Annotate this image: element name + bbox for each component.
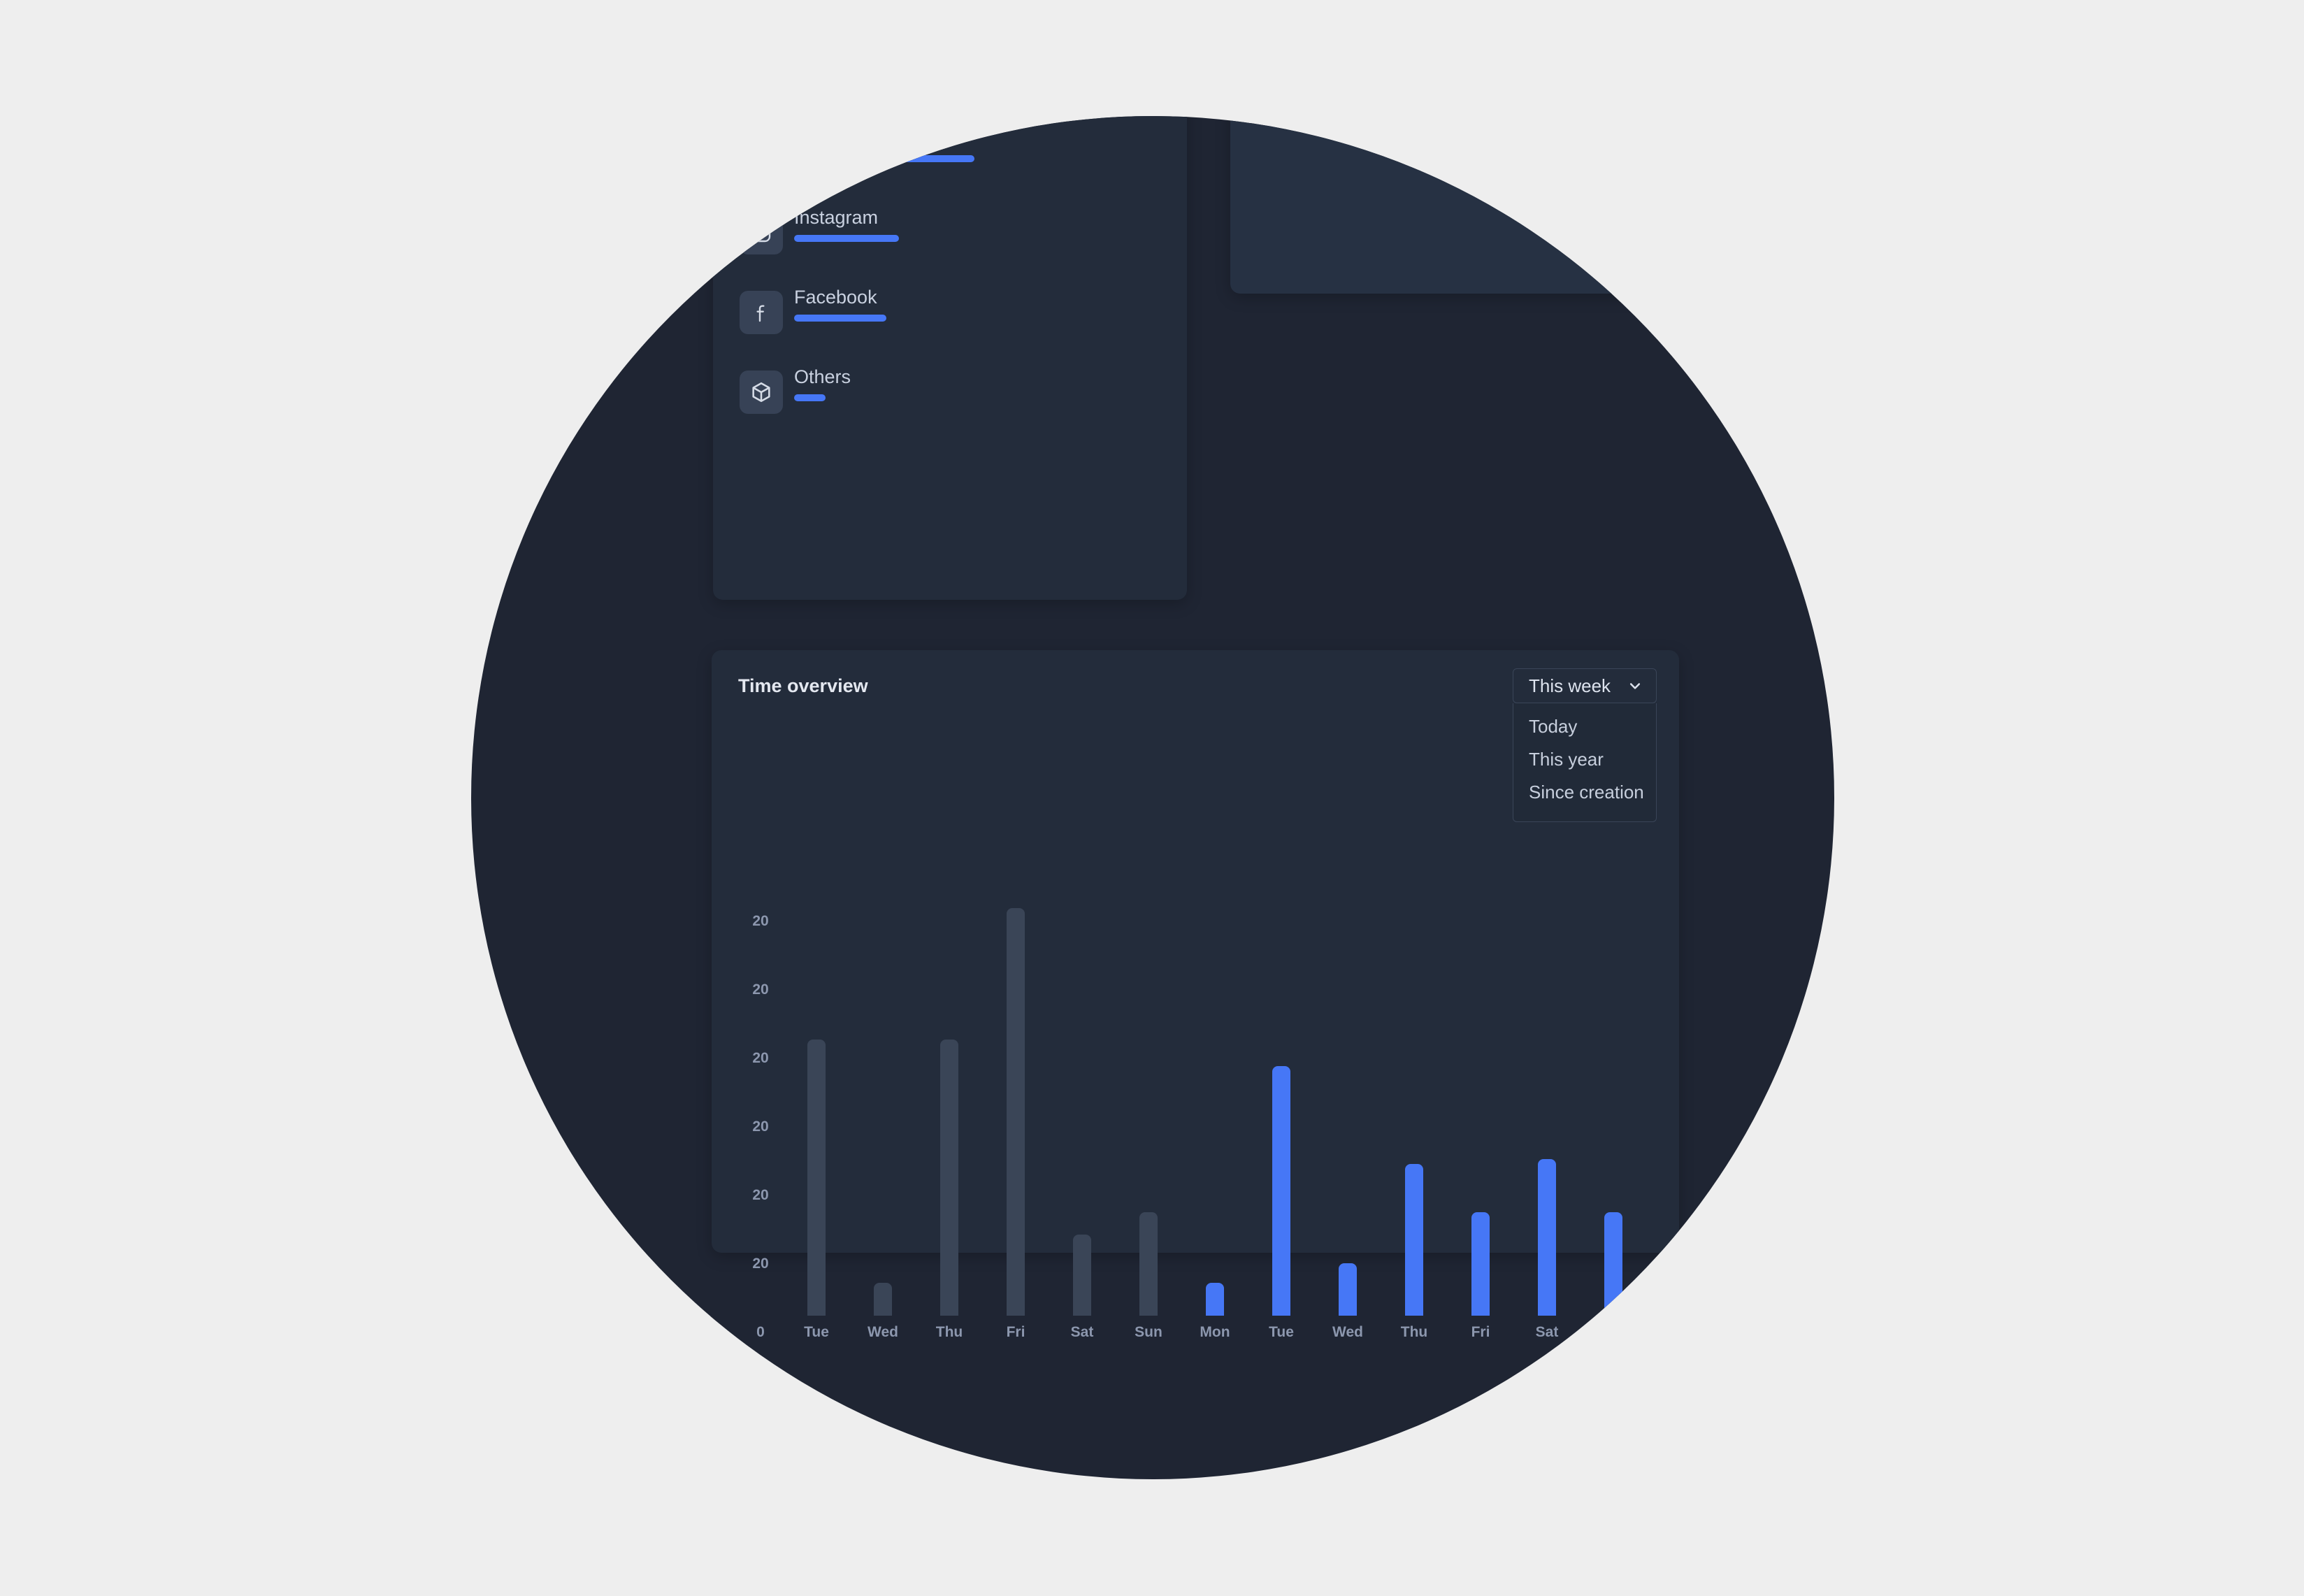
info-card: Asie online docu... content, consider ad… [1230,116,1834,294]
chart-bar [1471,1212,1490,1316]
y-tick-label: 20 [752,982,769,998]
range-select-value: This week [1529,675,1611,696]
range-option-this-year[interactable]: This year [1529,749,1604,770]
info-text: Asie online docu... content, consider ad… [1274,116,1834,129]
card-title: Time overview [738,675,868,696]
link-icon [740,131,783,175]
x-tick-label: Sat [1070,1324,1094,1340]
x-tick-label: Sun [1599,1324,1627,1340]
source-bar [794,394,826,401]
chart-bar [1007,907,1025,1316]
source-bar [794,155,974,162]
chart-bar [1405,1164,1423,1316]
range-option-since-creation[interactable]: Since creation [1529,782,1644,803]
range-option-today[interactable]: Today [1529,716,1577,738]
range-select[interactable]: This week [1513,668,1657,703]
y-tick-label: 20 [752,1187,769,1203]
dashboard-viewport: Instagram Facebook Others Asie online do… [471,116,1834,1479]
source-bar [794,235,899,242]
x-tick-label: Fri [1471,1324,1490,1340]
chart-bar [1604,1212,1622,1316]
x-tick-label: Sat [1535,1324,1559,1340]
chart-bar [940,1040,958,1316]
chart-bar [874,1282,892,1316]
x-tick-label: Wed [867,1324,898,1340]
source-bar [794,315,886,322]
y-tick-label: 20 [752,1256,769,1272]
chart-bar [1073,1235,1091,1316]
time-overview-card: Time overview This week Today This year … [712,650,1679,1340]
y-tick-label: 20 [752,1050,769,1066]
box-icon [740,371,783,414]
chart-bar [1339,1263,1357,1316]
chart-bar [1206,1282,1224,1316]
x-tick-label: Tue [804,1324,829,1340]
x-tick-label: Wed [1332,1324,1363,1340]
facebook-icon [740,291,783,334]
chart-bar [1139,1212,1158,1316]
x-tick-label: Sun [1135,1324,1162,1340]
chart-bar [1538,1158,1556,1316]
y-tick-label: 20 [752,1119,769,1135]
x-tick-label: Fri [1006,1324,1025,1340]
source-label: Instagram [794,207,879,228]
x-tick-label: Mon [1200,1324,1230,1340]
y-tick-label: 0 [756,1324,765,1340]
traffic-sources-card: Instagram Facebook Others [713,116,1187,600]
x-tick-label: Thu [935,1324,963,1340]
chart-bar [807,1040,826,1316]
x-tick-label: Thu [1400,1324,1428,1340]
range-select-menu: Today This year Since creation [1513,703,1657,822]
source-label: Others [794,366,851,387]
chart-bar [1272,1066,1290,1316]
instagram-icon [740,211,783,254]
y-tick-label: 20 [752,913,769,929]
chevron-down-icon [1628,679,1642,696]
source-label: Facebook [794,287,877,308]
x-tick-label: Tue [1269,1324,1294,1340]
